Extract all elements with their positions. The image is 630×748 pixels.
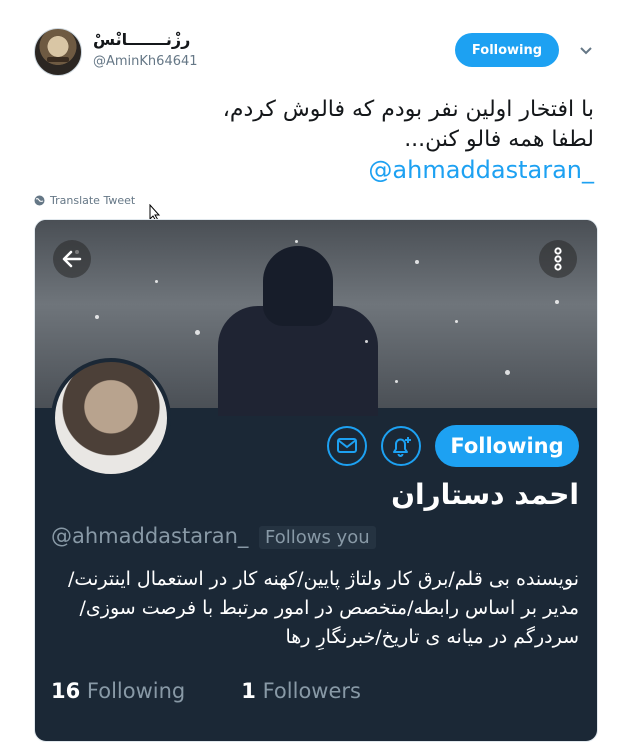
profile-name: احمد دستاران (391, 478, 579, 511)
following-count: 16 (51, 679, 81, 703)
tweet-text: با افتخار اولین نفر بودم که فالوش کردم، … (74, 95, 594, 155)
translate-label: Translate Tweet (50, 194, 136, 207)
profile-bio: نویسنده بی قلم/برق کار ولتاژ پایین/کهنه … (68, 568, 579, 648)
author-avatar[interactable] (34, 28, 82, 76)
followers-stat[interactable]: 1 Followers (241, 679, 361, 703)
author-display-name[interactable]: رزْنـــــــانْسْ (93, 30, 190, 49)
card-following-button[interactable]: Following (435, 425, 579, 467)
following-stat-label: Following (86, 679, 186, 703)
tweet-text-line-2: لطفا همه فالو کنن... (404, 127, 594, 152)
translate-tweet-link[interactable]: Translate Tweet (34, 194, 135, 207)
more-options-button[interactable] (539, 240, 577, 278)
followers-count: 1 (241, 679, 256, 703)
followers-stat-label: Followers (262, 679, 361, 703)
tweet-text-line-1: با افتخار اولین نفر بودم که فالوش کردم، (222, 97, 594, 122)
notifications-button[interactable] (381, 426, 421, 466)
mail-icon (337, 438, 357, 453)
caret-down-icon[interactable] (578, 42, 594, 58)
following-stat[interactable]: 16 Following (51, 679, 185, 703)
message-button[interactable] (327, 426, 367, 466)
globe-icon (34, 195, 45, 206)
back-arrow-icon (62, 250, 82, 268)
profile-stats: 16 Following 1 Followers (51, 679, 361, 703)
following-button[interactable]: Following (455, 33, 559, 67)
bell-plus-icon (393, 437, 411, 457)
profile-avatar[interactable] (51, 358, 171, 478)
author-handle[interactable]: @AminKh64641 (93, 54, 198, 69)
profile-handle: @ahmaddastaran_ (51, 524, 249, 548)
follows-you-badge: Follows you (259, 526, 376, 549)
banner-figure-hood (263, 246, 333, 326)
more-vertical-icon (554, 247, 562, 271)
embedded-profile-card[interactable]: Following احمد دستاران @ahmaddastaran_ F… (34, 219, 598, 742)
mention-link[interactable]: @ahmaddastaran_ (368, 156, 594, 184)
back-button[interactable] (53, 240, 91, 278)
